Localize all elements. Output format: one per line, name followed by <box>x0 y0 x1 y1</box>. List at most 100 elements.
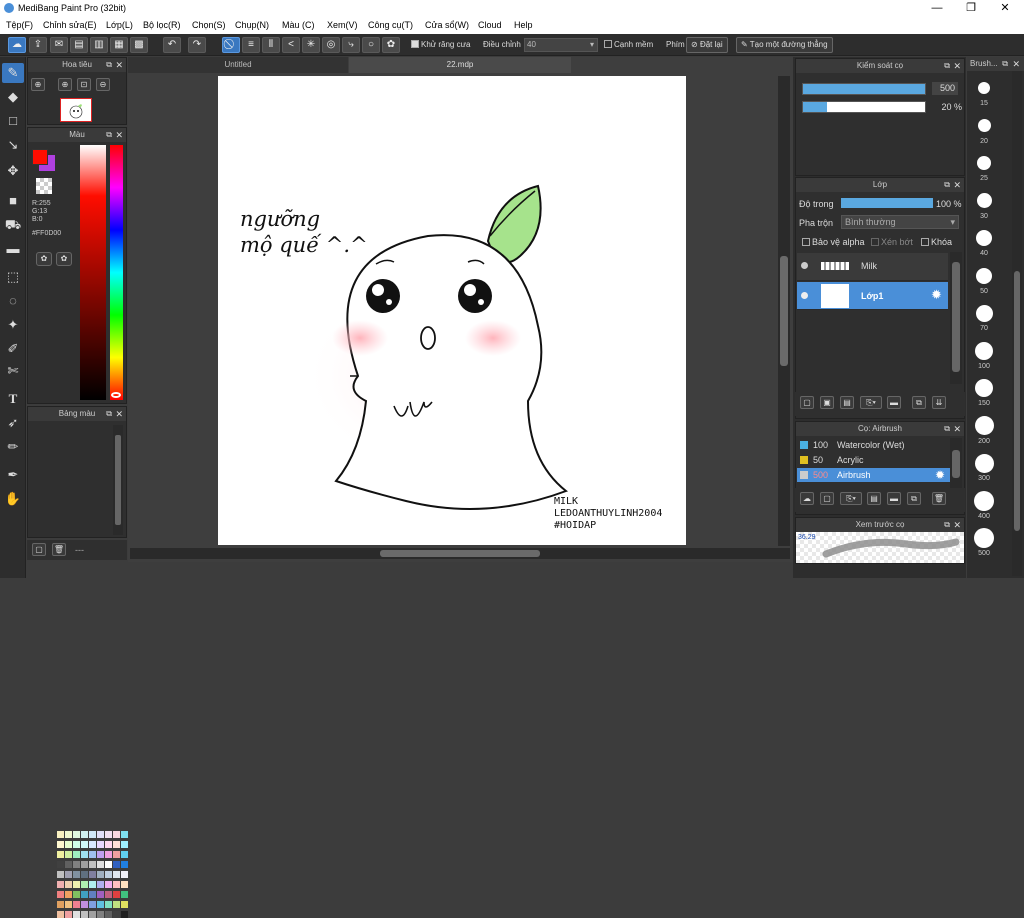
palette-swatch[interactable] <box>97 891 104 898</box>
palette-swatch[interactable] <box>105 911 112 918</box>
palette-swatch[interactable] <box>113 891 120 898</box>
menu-select[interactable]: Chọn(S) <box>192 20 226 30</box>
palette-swatch[interactable] <box>57 911 64 918</box>
comment-icon[interactable]: ✉ <box>50 37 68 53</box>
palette-swatch[interactable] <box>121 841 128 848</box>
close-button[interactable]: ✕ <box>988 0 1022 17</box>
palette-swatch[interactable] <box>97 851 104 858</box>
lock-checkbox[interactable]: Khóa <box>921 237 952 247</box>
horizontal-scrollbar[interactable] <box>130 548 790 559</box>
close-icon[interactable]: ✕ <box>953 518 961 532</box>
eraser-tool-icon[interactable]: ◆ <box>2 87 24 107</box>
palette-swatch[interactable] <box>113 841 120 848</box>
palette-swatch[interactable] <box>89 841 96 848</box>
eyedropper-tool-icon[interactable]: ✒ <box>2 465 24 485</box>
menu-cloud[interactable]: Cloud <box>478 20 502 30</box>
brush-size-dot[interactable] <box>975 379 993 397</box>
new-brush-icon[interactable]: ▢ <box>820 492 834 505</box>
brush-scroll-thumb[interactable] <box>952 450 960 478</box>
close-icon[interactable]: ✕ <box>953 422 961 436</box>
redo-icon[interactable]: ↷ <box>188 37 206 53</box>
brush-size-dot[interactable] <box>978 82 990 94</box>
palette-swatch[interactable] <box>105 851 112 858</box>
new-layer-icon[interactable]: ▢ <box>800 396 814 409</box>
transparent-color-swatch[interactable] <box>36 178 52 194</box>
detach-icon[interactable]: ⧉ <box>944 59 950 73</box>
move-tool-icon[interactable]: ✥ <box>2 161 24 181</box>
zoom-icon[interactable]: ⊕ <box>31 78 45 91</box>
palette-swatch[interactable] <box>89 851 96 858</box>
palette-swatch[interactable] <box>81 841 88 848</box>
gear-icon[interactable]: ✹ <box>935 468 945 482</box>
palette-swatch[interactable] <box>97 911 104 918</box>
palette-swatch[interactable] <box>57 831 64 838</box>
brush-scrollbar[interactable] <box>950 438 962 490</box>
menu-layer[interactable]: Lớp(L) <box>106 20 133 30</box>
hue-handle[interactable] <box>111 392 121 398</box>
layer-opacity-slider[interactable] <box>841 198 933 208</box>
palette-swatch[interactable] <box>57 901 64 908</box>
lasso-tool-icon[interactable]: ◌ <box>2 291 24 311</box>
snap-perspective-icon[interactable]: < <box>282 37 300 53</box>
palette-swatch[interactable] <box>113 851 120 858</box>
palette-swatch[interactable] <box>89 871 96 878</box>
merge-layer-icon[interactable]: ⇊ <box>932 396 946 409</box>
folder-icon[interactable]: ▬ <box>887 396 901 409</box>
gear-icon[interactable]: ✹ <box>931 287 942 303</box>
palette-swatch[interactable] <box>57 851 64 858</box>
new-halftone-layer-icon[interactable]: ▣ <box>820 396 834 409</box>
close-icon[interactable]: ✕ <box>1012 57 1020 71</box>
undo-icon[interactable]: ↶ <box>163 37 181 53</box>
detach-icon[interactable]: ⧉ <box>944 518 950 532</box>
straight-line-button[interactable]: ✎ Tạo một đường thẳng <box>736 37 833 53</box>
close-icon[interactable]: ✕ <box>115 407 123 421</box>
fill-rect-tool-icon[interactable]: ■ <box>2 191 24 211</box>
palette-swatch[interactable] <box>113 911 120 918</box>
detach-icon[interactable]: ⧉ <box>944 178 950 192</box>
vertical-scroll-thumb[interactable] <box>780 256 788 366</box>
palette-swatch[interactable] <box>121 831 128 838</box>
snap-ellipse-icon[interactable]: ○ <box>362 37 380 53</box>
layer-row-milk[interactable]: Milk <box>797 253 948 281</box>
palette-swatch[interactable] <box>121 861 128 868</box>
palette-swatch[interactable] <box>113 881 120 888</box>
grid-icon[interactable]: ▩ <box>130 37 148 53</box>
palette-swatch[interactable] <box>65 901 72 908</box>
navigator-thumbnail[interactable] <box>60 98 92 122</box>
text-tool-icon[interactable]: T <box>2 389 24 409</box>
palette-swatch[interactable] <box>73 861 80 868</box>
trash-icon[interactable]: 🗑 <box>932 492 946 505</box>
detach-icon[interactable]: ⧉ <box>106 407 112 421</box>
color-saturation-picker[interactable] <box>80 145 106 400</box>
antialias-checkbox[interactable]: Khử răng cưa <box>411 40 470 49</box>
cloud-icon[interactable]: ☁ <box>8 37 26 53</box>
menu-view[interactable]: Xem(V) <box>327 20 358 30</box>
brush-size-dot[interactable] <box>976 193 992 208</box>
tab-22-mdp[interactable]: 22.mdp <box>349 57 571 73</box>
palette-swatch[interactable] <box>65 911 72 918</box>
layer-row-lop1[interactable]: Lớp1 ✹ <box>797 282 948 310</box>
palette-swatch[interactable] <box>81 881 88 888</box>
select-tool-icon[interactable]: ⬚ <box>2 267 24 287</box>
palette-swatch[interactable] <box>105 831 112 838</box>
reset-button[interactable]: ⊘ Đặt lại <box>686 37 728 53</box>
adjust-combobox[interactable]: 40 ▾ <box>524 38 598 52</box>
close-icon[interactable]: ✕ <box>115 58 123 72</box>
snap-off-icon[interactable]: ⃠ <box>222 37 240 53</box>
smooth-checkbox[interactable]: Cạnh mềm <box>604 40 653 49</box>
palette-swatch[interactable] <box>113 871 120 878</box>
palette-swatch[interactable] <box>105 871 112 878</box>
panel-icon[interactable]: ▦ <box>110 37 128 53</box>
palette-swatch[interactable] <box>121 891 128 898</box>
brush-tool-icon[interactable]: ✎ <box>2 63 24 83</box>
new-1bit-layer-icon[interactable]: ▤ <box>840 396 854 409</box>
page-icon[interactable]: ▥ <box>90 37 108 53</box>
palette-swatch[interactable] <box>121 851 128 858</box>
brush-size-dot[interactable] <box>976 230 992 246</box>
brush-size-dot[interactable] <box>975 341 993 360</box>
palette-swatch[interactable] <box>73 891 80 898</box>
palette-swatch[interactable] <box>57 841 64 848</box>
select-pen-tool-icon[interactable]: ✐ <box>2 339 24 359</box>
palette-swatch[interactable] <box>81 901 88 908</box>
palette-swatch[interactable] <box>89 901 96 908</box>
